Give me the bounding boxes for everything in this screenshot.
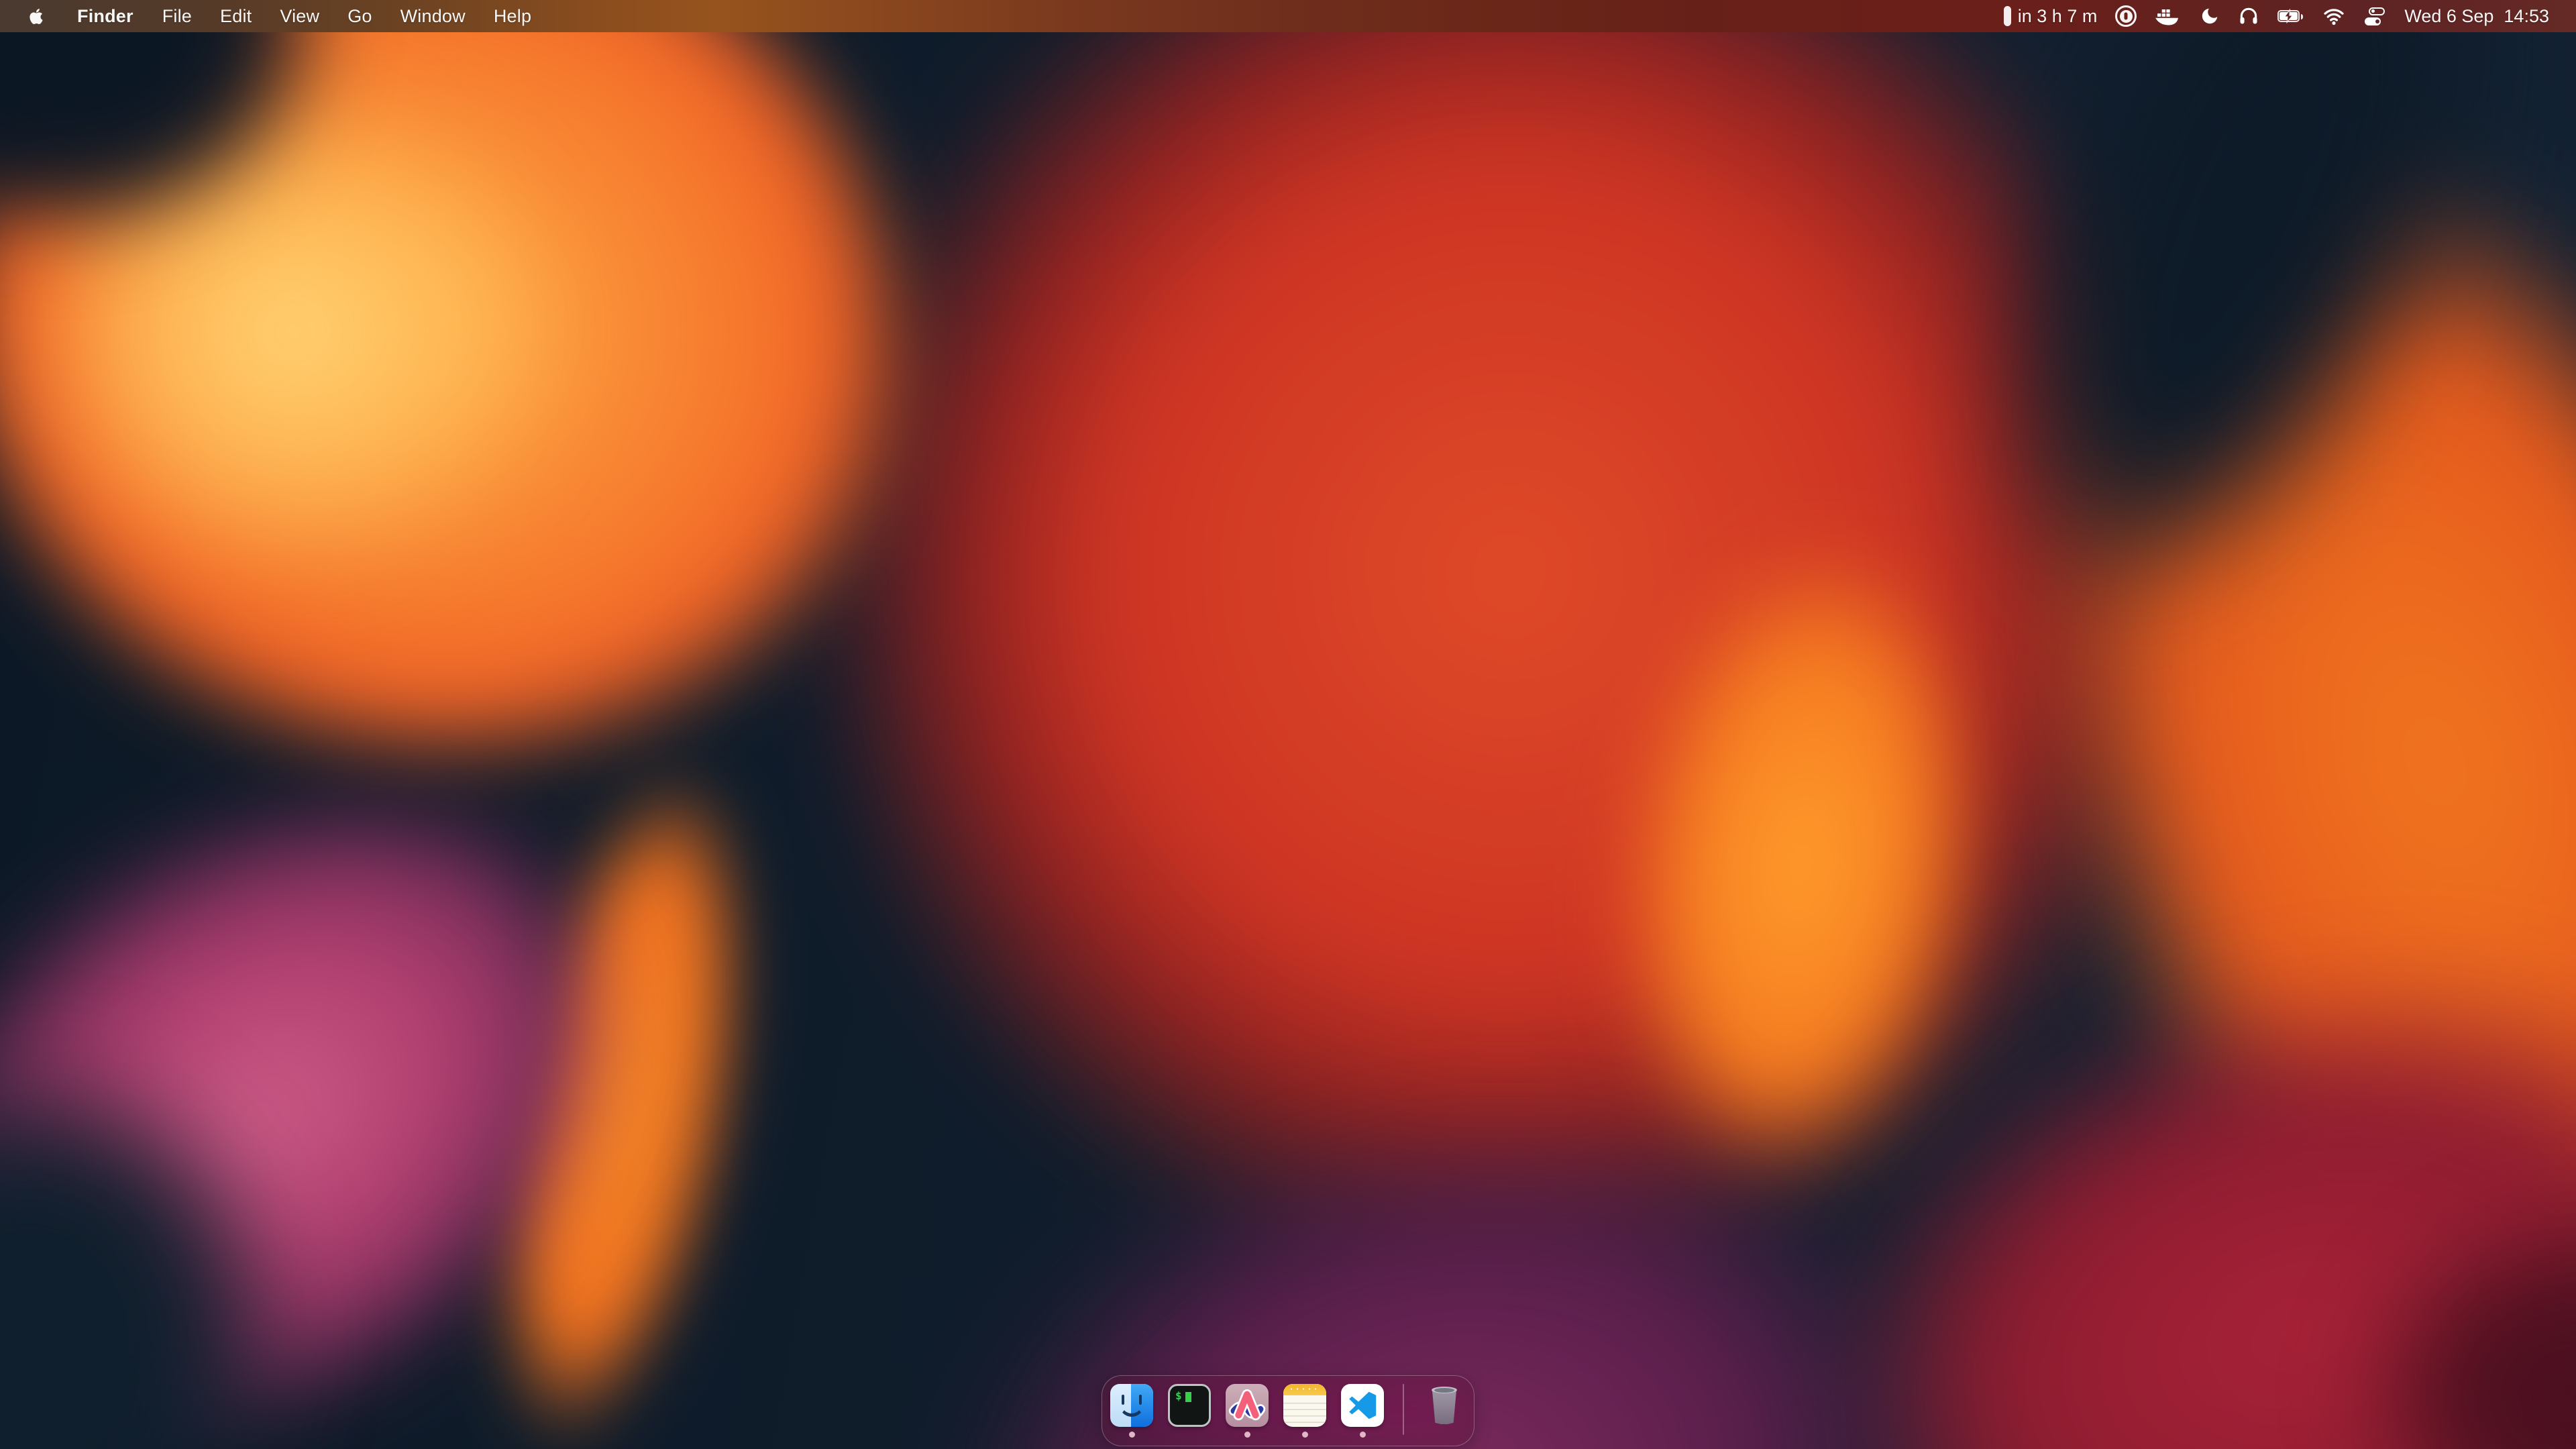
finder-icon	[1110, 1384, 1153, 1427]
app-menus: Finder File Edit View Go Window Help	[63, 0, 545, 32]
menu-window[interactable]: Window	[386, 0, 480, 32]
menu-edit[interactable]: Edit	[206, 0, 266, 32]
arc-browser-icon	[1226, 1384, 1269, 1427]
wifi-icon	[2322, 6, 2345, 26]
running-indicator	[1129, 1432, 1135, 1438]
battery-charging-icon	[2277, 9, 2304, 23]
menu-bar: Finder File Edit View Go Window Help in …	[0, 0, 2576, 32]
1password-icon	[2115, 5, 2137, 27]
desktop-wallpaper	[0, 0, 2576, 1449]
dock-separator	[1403, 1384, 1404, 1435]
notes-icon	[1283, 1384, 1326, 1427]
apple-logo-icon	[28, 7, 44, 25]
menu-go[interactable]: Go	[333, 0, 386, 32]
menu-bar-clock[interactable]: Wed 6 Sep 14:53	[2404, 6, 2549, 27]
running-indicator	[1244, 1432, 1250, 1438]
headphones-icon	[2238, 5, 2259, 27]
menu-app-name[interactable]: Finder	[63, 0, 148, 32]
focus-status-item[interactable]	[2200, 0, 2220, 32]
moon-icon	[2200, 6, 2220, 26]
docker-whale-icon	[2155, 7, 2182, 25]
docker-status-item[interactable]	[2155, 0, 2182, 32]
apple-menu[interactable]	[25, 0, 47, 32]
dock-item-trash[interactable]	[1423, 1384, 1466, 1438]
menu-help[interactable]: Help	[480, 0, 545, 32]
wifi-status-item[interactable]	[2322, 0, 2345, 32]
dock-item-vscode[interactable]	[1341, 1384, 1384, 1438]
battery-status-item[interactable]	[2277, 0, 2304, 32]
pill-icon	[2004, 6, 2011, 26]
dock-item-notes[interactable]	[1283, 1384, 1326, 1438]
1password-status-item[interactable]	[2115, 0, 2137, 32]
menu-file[interactable]: File	[148, 0, 206, 32]
running-indicator	[1302, 1432, 1308, 1438]
audio-output-status-item[interactable]	[2238, 0, 2259, 32]
running-indicator	[1360, 1432, 1366, 1438]
keep-awake-remaining-label: in 3 h 7 m	[2018, 6, 2098, 27]
dock-item-terminal[interactable]: $	[1168, 1384, 1211, 1438]
vscode-icon	[1341, 1384, 1384, 1427]
dock-panel: $	[1102, 1375, 1474, 1446]
trash-icon	[1423, 1384, 1466, 1427]
control-center-status-item[interactable]	[2363, 0, 2386, 32]
keep-awake-status-item[interactable]: in 3 h 7 m	[2004, 0, 2098, 32]
charging-bolt-icon	[2282, 9, 2295, 23]
dock-item-arc[interactable]	[1226, 1384, 1269, 1438]
dock-item-finder[interactable]	[1110, 1384, 1153, 1438]
dock: $	[1102, 1375, 1474, 1446]
menu-view[interactable]: View	[266, 0, 333, 32]
terminal-icon: $	[1168, 1384, 1211, 1427]
menu-bar-status-area: in 3 h 7 m	[2004, 0, 2549, 32]
control-center-icon	[2363, 6, 2386, 27]
